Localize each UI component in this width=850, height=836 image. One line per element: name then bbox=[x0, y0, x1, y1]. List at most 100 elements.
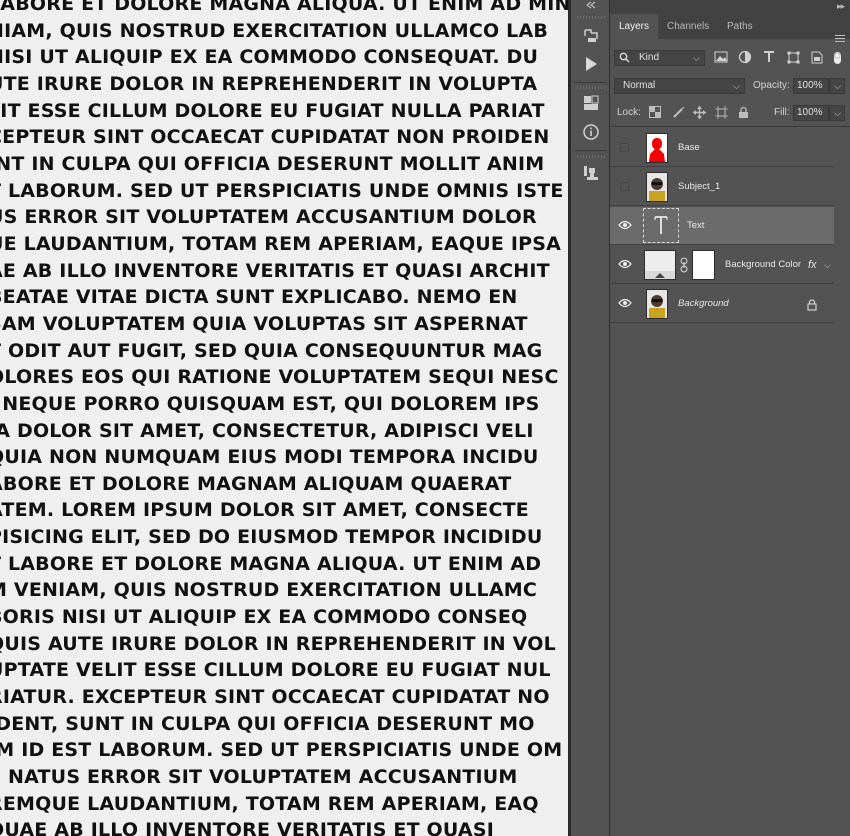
canvas-text-line: UE LAUDANTIUM, TOTAM REM APERIAM, EAQUE … bbox=[0, 232, 562, 255]
lock-all-icon[interactable] bbox=[736, 105, 750, 119]
canvas-text-line: BORIS NISI UT ALIQUIP EX EA COMMODO CONS… bbox=[0, 606, 528, 629]
fill-label: Fill: bbox=[774, 107, 790, 118]
canvas-text-line: T ODIT AUT FUGIT, SED QUIA CONSEQUUNTUR … bbox=[0, 339, 543, 362]
play-actions-icon[interactable] bbox=[579, 53, 603, 75]
canvas-text-line: QUAE AB ILLO INVENTORE VERITATIS ET QUAS… bbox=[0, 819, 494, 836]
adjustment-filter-icon[interactable] bbox=[738, 50, 752, 64]
canvas-text-line: PISICING ELIT, SED DO EIUSMOD TEMPOR INC… bbox=[0, 526, 543, 549]
link-icon[interactable] bbox=[680, 257, 688, 278]
collapse-left-icon[interactable] bbox=[579, 0, 603, 10]
canvas-text-line: LABORE ET DOLORE MAGNA ALIQUA. UT ENIM A… bbox=[0, 0, 568, 15]
fill-input[interactable]: 100% bbox=[793, 105, 829, 121]
chevron-down-icon: ⌵ bbox=[834, 108, 841, 118]
blend-mode-dropdown[interactable]: Normal ⌵ bbox=[614, 78, 745, 94]
history-icon[interactable] bbox=[579, 25, 603, 47]
layer-row-base[interactable]: Base bbox=[610, 129, 834, 167]
strip-grip-bottom[interactable] bbox=[577, 155, 605, 158]
layers-panel: ▸▸ Layers Channels Paths Kind ⌵ Normal ⌵… bbox=[610, 0, 850, 836]
info-icon[interactable] bbox=[579, 121, 603, 143]
lock-pixels-icon[interactable] bbox=[671, 105, 685, 119]
fill-value: 100% bbox=[797, 107, 823, 118]
canvas-text-line: UTE IRURE DOLOR IN REPREHENDERIT IN VOLU… bbox=[0, 72, 538, 95]
layer-thumbnail bbox=[646, 289, 668, 319]
layer-mask-thumbnail[interactable] bbox=[692, 250, 715, 280]
eye-icon[interactable] bbox=[617, 218, 633, 232]
panel-icon-strip bbox=[571, 0, 610, 836]
fill-layer-thumbnail bbox=[644, 250, 676, 280]
search-icon bbox=[619, 52, 630, 68]
strip-divider-1 bbox=[575, 82, 607, 83]
smart-object-filter-icon[interactable] bbox=[810, 50, 824, 64]
canvas-text-block: LABORE ET DOLORE MAGNA ALIQUA. UT ENIM A… bbox=[0, 0, 568, 836]
canvas-text-line: SAM VOLUPTATEM QUIA VOLUPTAS SIT ASPERNA… bbox=[0, 312, 528, 335]
filter-kind-dropdown[interactable]: Kind ⌵ bbox=[614, 50, 705, 66]
canvas-text-line: T LABORE ET DOLORE MAGNA ALIQUA. UT ENIM… bbox=[0, 552, 542, 575]
layer-name[interactable]: Subject_1 bbox=[678, 168, 720, 206]
layer-name[interactable]: Background Color bbox=[725, 246, 801, 284]
eye-icon[interactable] bbox=[617, 257, 633, 271]
strip-grip-top[interactable] bbox=[577, 16, 605, 19]
collapse-right-icon[interactable]: ▸▸ bbox=[837, 1, 845, 12]
layer-row-subject-1[interactable]: Subject_1 bbox=[610, 168, 834, 206]
tab-channels[interactable]: Channels bbox=[658, 14, 718, 39]
opacity-value: 100% bbox=[797, 80, 823, 91]
visibility-toggle-empty[interactable] bbox=[620, 182, 629, 191]
eye-icon[interactable] bbox=[617, 296, 633, 310]
canvas-text-line: AE AB ILLO INVENTORE VERITATIS ET QUASI … bbox=[0, 259, 550, 282]
layer-effects-fx-icon[interactable]: fx bbox=[808, 246, 817, 284]
opacity-slider-toggle[interactable]: ⌵ bbox=[829, 78, 845, 94]
canvas-text-line: LIT ESSE CILLUM DOLORE EU FUGIAT NULLA P… bbox=[0, 99, 545, 122]
layer-row-background-color[interactable]: Background Color fx ⌵ bbox=[610, 246, 834, 284]
layer-name[interactable]: Background bbox=[678, 285, 729, 323]
layers-scrollbar[interactable] bbox=[834, 127, 850, 836]
image-filter-icon[interactable] bbox=[714, 50, 728, 64]
effects-expand-icon[interactable]: ⌵ bbox=[824, 260, 831, 271]
canvas-text-line: M VENIAM, QUIS NOSTRUD EXERCITATION ULLA… bbox=[0, 579, 537, 602]
panel-tabs: Layers Channels Paths bbox=[610, 14, 850, 43]
panel-menu-icon[interactable] bbox=[835, 35, 845, 43]
canvas-text-line: US ERROR SIT VOLUPTATEM ACCUSANTIUM DOLO… bbox=[0, 206, 537, 229]
layer-row-background[interactable]: Background bbox=[610, 285, 834, 323]
lock-position-icon[interactable] bbox=[692, 105, 706, 119]
chevron-down-icon: ⌵ bbox=[693, 53, 700, 63]
filter-toggle-icon[interactable] bbox=[831, 51, 845, 65]
layer-name[interactable]: Base bbox=[678, 129, 700, 167]
blend-mode-value: Normal bbox=[623, 80, 656, 91]
type-layer-thumbnail bbox=[643, 208, 679, 243]
canvas-text-line: ATEM. LOREM IPSUM DOLOR SIT AMET, CONSEC… bbox=[0, 499, 529, 522]
canvas-text-line: E NATUS ERROR SIT VOLUPTATEM ACCUSANTIUM bbox=[0, 766, 518, 789]
clone-source-icon[interactable] bbox=[579, 162, 603, 184]
canvas-text-line: QUIA NON NUMQUAM EIUS MODI TEMPORA INCID… bbox=[0, 446, 539, 469]
document-canvas[interactable]: LABORE ET DOLORE MAGNA ALIQUA. UT ENIM A… bbox=[0, 0, 568, 836]
canvas-text-line: IA DOLOR SIT AMET, CONSECTETUR, ADIPISCI… bbox=[0, 419, 534, 442]
layer-lock-icon[interactable] bbox=[807, 298, 817, 316]
visibility-toggle-empty[interactable] bbox=[620, 143, 629, 152]
lock-transparent-icon[interactable] bbox=[648, 105, 662, 119]
canvas-text-line: T LABORUM. SED UT PERSPICIATIS UNDE OMNI… bbox=[0, 179, 564, 202]
layer-name[interactable]: Text bbox=[687, 207, 704, 245]
tab-layers[interactable]: Layers bbox=[610, 14, 659, 39]
adjustments-icon[interactable] bbox=[579, 92, 603, 114]
canvas-text-line: REMQUE LAUDANTIUM, TOTAM REM APERIAM, EA… bbox=[0, 792, 539, 815]
canvas-text-line: IM ID EST LABORUM. SED UT PERSPICIATIS U… bbox=[0, 739, 563, 762]
canvas-text-line: NIAM, QUIS NOSTRUD EXERCITATION ULLAMCO … bbox=[0, 19, 549, 42]
opacity-input[interactable]: 100% bbox=[793, 78, 829, 94]
canvas-text-line: RIATUR. EXCEPTEUR SINT OCCAECAT CUPIDATA… bbox=[0, 686, 550, 709]
canvas-text-line: IDENT, SUNT IN CULPA QUI OFFICIA DESERUN… bbox=[0, 712, 535, 735]
canvas-text-line: ABORE ET DOLORE MAGNAM ALIQUAM QUAERAT bbox=[0, 472, 512, 495]
panel-header-bar[interactable]: ▸▸ bbox=[610, 0, 850, 14]
layer-row-text[interactable]: Text bbox=[610, 207, 834, 245]
lock-artboard-icon[interactable] bbox=[714, 105, 728, 119]
canvas-text-line: UPTATE VELIT ESSE CILLUM DOLORE EU FUGIA… bbox=[0, 659, 551, 682]
canvas-text-line: INT IN CULPA QUI OFFICIA DESERUNT MOLLIT… bbox=[0, 152, 545, 175]
canvas-text-line: NISI UT ALIQUIP EX EA COMMODO CONSEQUAT.… bbox=[0, 46, 539, 69]
type-filter-icon[interactable] bbox=[762, 50, 776, 64]
strip-grip-mid[interactable] bbox=[577, 86, 605, 89]
tab-paths[interactable]: Paths bbox=[718, 14, 762, 39]
chevron-down-icon: ⌵ bbox=[733, 81, 740, 91]
lock-label: Lock: bbox=[617, 107, 641, 118]
fill-slider-toggle[interactable]: ⌵ bbox=[829, 105, 845, 121]
strip-divider-2 bbox=[575, 150, 607, 151]
canvas-text-line: BEATAE VITAE DICTA SUNT EXPLICABO. NEMO … bbox=[0, 286, 518, 309]
shape-filter-icon[interactable] bbox=[786, 50, 800, 64]
